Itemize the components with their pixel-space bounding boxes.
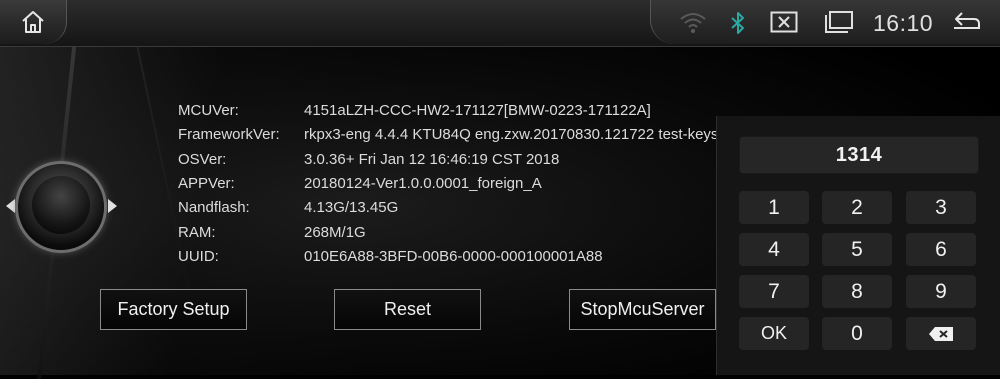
window-icon — [825, 11, 853, 33]
back-icon — [954, 12, 980, 29]
keypad-display: 1314 — [739, 136, 979, 174]
wifi-icon — [680, 13, 706, 33]
key-backspace[interactable] — [906, 317, 976, 350]
top-bar: 16:10 — [0, 0, 1000, 47]
bluetooth-icon — [731, 12, 744, 34]
reset-button[interactable]: Reset — [334, 289, 481, 330]
backspace-icon — [929, 326, 953, 341]
home-button[interactable] — [0, 0, 67, 44]
rotary-knob — [18, 164, 104, 250]
clock: 16:10 — [873, 10, 934, 36]
info-label: APPVer: — [178, 174, 235, 192]
close-box-icon — [770, 11, 798, 33]
info-label: FrameworkVer: — [178, 126, 280, 144]
close-box-button[interactable] — [770, 11, 798, 33]
key-8[interactable]: 8 — [822, 275, 892, 308]
info-label: RAM: — [178, 223, 216, 241]
key-5[interactable]: 5 — [822, 233, 892, 266]
info-label: MCUVer: — [178, 102, 239, 119]
key-4[interactable]: 4 — [739, 233, 809, 266]
key-ok[interactable]: OK — [739, 317, 809, 350]
key-7[interactable]: 7 — [739, 275, 809, 308]
key-1[interactable]: 1 — [739, 191, 809, 224]
info-label: UUID: — [178, 247, 219, 265]
info-label: OSVer: — [178, 150, 227, 168]
info-label: Nandflash: — [178, 199, 250, 217]
key-9[interactable]: 9 — [906, 275, 976, 308]
key-2[interactable]: 2 — [822, 191, 892, 224]
key-3[interactable]: 3 — [906, 191, 976, 224]
key-6[interactable]: 6 — [906, 233, 976, 266]
stop-mcu-server-button[interactable]: StopMcuServer — [569, 289, 716, 330]
key-0[interactable]: 0 — [822, 317, 892, 350]
window-button[interactable] — [824, 10, 854, 34]
back-button[interactable] — [952, 10, 982, 34]
knob-left-arrow-icon — [6, 199, 15, 213]
password-keypad: 1314 1 2 3 4 5 6 7 8 9 OK 0 — [716, 116, 1000, 375]
knob-right-arrow-icon — [108, 199, 117, 213]
factory-setup-button[interactable]: Factory Setup — [100, 289, 247, 330]
home-icon — [22, 11, 44, 33]
